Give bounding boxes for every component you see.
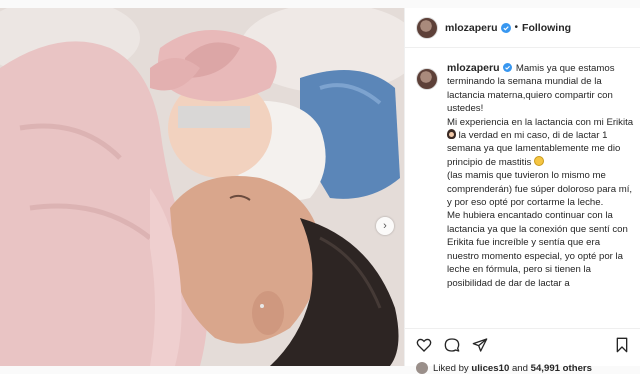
caption-avatar[interactable] (416, 68, 438, 90)
post-side-panel: mlozaperu • Following mlozaperu Mamis ya… (404, 8, 640, 374)
likes-others[interactable]: 54,991 others (531, 363, 592, 374)
caption-paragraph-2: Mi experiencia en la lactancia con mi Er… (447, 116, 634, 170)
post-header: mlozaperu • Following (405, 8, 640, 48)
bookmark-icon[interactable] (614, 337, 630, 353)
post-photo[interactable]: › (0, 8, 404, 366)
caption-line-4: (las mamis que tuvieron lo mismo me comp… (447, 170, 633, 209)
comment-icon[interactable] (444, 337, 460, 353)
sad-face-emoji-icon (533, 155, 544, 166)
caption-line-2: Mi experiencia en la lactancia con mi Er… (447, 116, 634, 128)
caption-username[interactable]: mlozaperu (447, 62, 500, 74)
verified-badge-icon (500, 22, 511, 33)
likes-joiner: and (511, 362, 528, 374)
likes-summary: Liked by ulices10 and 54,991 others (416, 362, 592, 374)
heart-icon[interactable] (416, 337, 432, 353)
caption-body: mlozaperu Mamis ya que estamos terminand… (447, 62, 634, 290)
caption-paragraph-4: Me hubiera encantado continuar con la la… (447, 209, 634, 289)
caption-paragraph-3: (las mamis que tuvieron lo mismo me comp… (447, 169, 634, 209)
girl-emoji-icon (447, 129, 456, 140)
liker-avatar (416, 362, 428, 374)
likes-user[interactable]: ulices10 (471, 363, 509, 374)
verified-badge-icon (503, 63, 513, 72)
header-separator: • (514, 22, 519, 33)
caption: mlozaperu Mamis ya que estamos terminand… (416, 62, 634, 290)
post-username[interactable]: mlozaperu (445, 22, 498, 34)
action-bar (405, 328, 640, 366)
photo-illustration (0, 8, 404, 366)
likes-prefix: Liked by (433, 362, 469, 374)
instagram-post-frame: › mlozaperu • Following mlozaperu Mamis … (0, 0, 640, 374)
share-icon[interactable] (472, 337, 488, 353)
caption-line-5: Me hubiera encantado continuar con la la… (447, 210, 628, 289)
following-button[interactable]: Following (522, 22, 571, 34)
caption-paragraph-1: mlozaperu Mamis ya que estamos terminand… (447, 62, 634, 116)
avatar[interactable] (416, 16, 438, 39)
next-arrow-icon[interactable]: › (376, 217, 394, 235)
